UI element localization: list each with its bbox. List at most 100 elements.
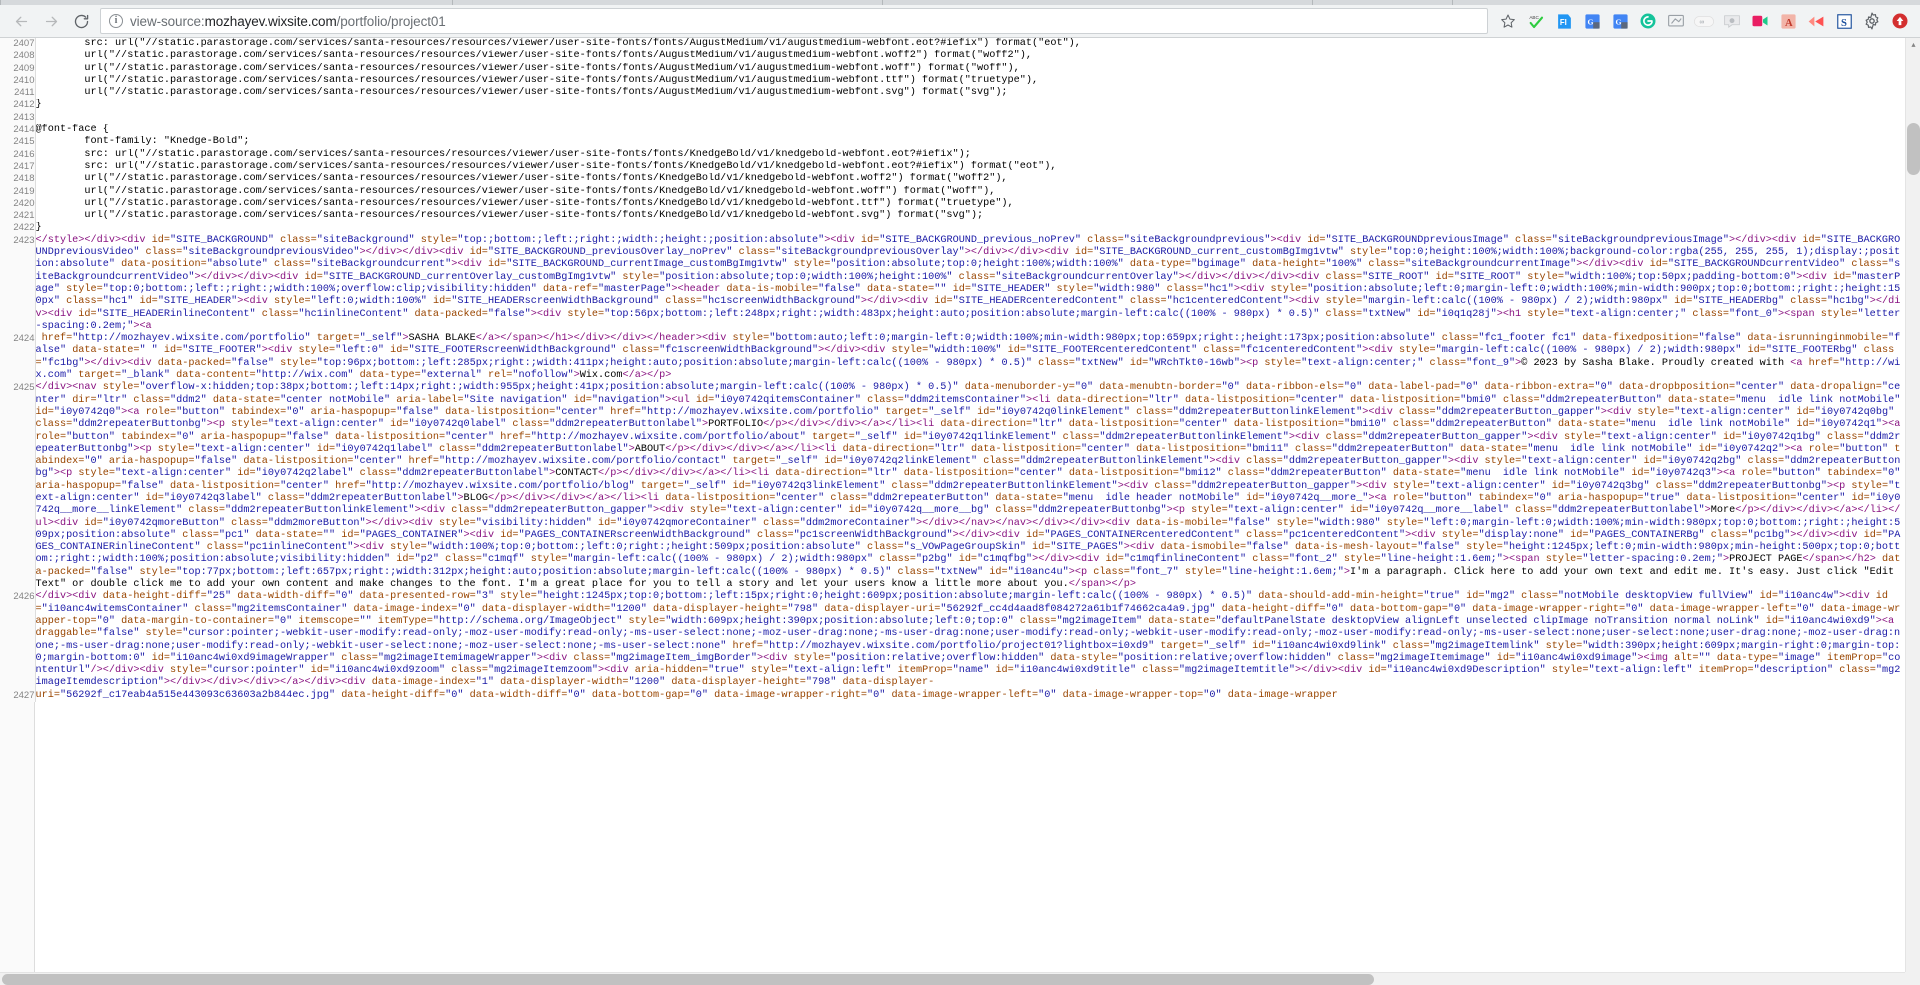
- line-number: 2425: [0, 382, 36, 592]
- google-translate-extension-icon[interactable]: G: [1578, 7, 1606, 35]
- line-content[interactable]: </div><div data-height-diff="25" data-wi…: [35, 591, 1905, 689]
- line-number: 2416: [0, 148, 36, 161]
- s-extension-icon[interactable]: S: [1830, 7, 1858, 35]
- vertical-scrollbar[interactable]: ▲ ▼: [1905, 38, 1920, 985]
- reload-button[interactable]: [66, 7, 96, 35]
- line-content[interactable]: uri="56292f_c17eab4a515e443093c63603a2b8…: [35, 690, 1905, 702]
- fi-extension-icon[interactable]: FI: [1550, 7, 1578, 35]
- line-content[interactable]: </style></div><div id="SITE_BACKGROUND" …: [35, 235, 1905, 333]
- code-token: "ddm2repeaterButton": [1331, 443, 1455, 455]
- code-token: class=: [659, 296, 702, 308]
- play-extension-icon[interactable]: [1802, 7, 1830, 35]
- code-token: "i0y0742q1label": [335, 443, 433, 455]
- code-token: data-state=: [1661, 394, 1736, 406]
- code-token: href=: [604, 406, 641, 418]
- line-content[interactable]: }: [35, 222, 1905, 234]
- video-recorder-extension-icon[interactable]: [1746, 7, 1774, 35]
- line-content[interactable]: src: url("//static.parastorage.com/servi…: [35, 149, 1905, 161]
- code-token: "http://mozhayev.wixsite.com/portfolio/a…: [530, 431, 806, 443]
- code-token: ></div></div></div></a></div><div: [163, 677, 372, 689]
- code-token: "SITE_BACKGROUND_previousOverlay_noPrev": [487, 247, 733, 259]
- spellcheck-extension-icon[interactable]: ABC: [1522, 7, 1550, 35]
- code-token: "i0y0742q2label": [255, 468, 354, 480]
- code-token: "center": [1178, 419, 1228, 431]
- infinity-extension-icon[interactable]: ∞: [1690, 7, 1718, 35]
- line-content[interactable]: url("//static.parastorage.com/services/s…: [35, 210, 1905, 222]
- line-content[interactable]: }: [35, 99, 1905, 111]
- upload-arrow-extension-icon[interactable]: [1886, 7, 1914, 35]
- forward-button[interactable]: [36, 7, 66, 35]
- line-content[interactable]: [35, 112, 1905, 124]
- source-line: 2413: [0, 111, 1905, 125]
- line-number: 2413: [0, 111, 36, 125]
- line-content[interactable]: url("//static.parastorage.com/services/s…: [35, 198, 1905, 210]
- adobe-acrobat-extension-icon[interactable]: A: [1774, 7, 1802, 35]
- code-token: ></div><div: [952, 529, 1026, 541]
- line-content[interactable]: font-family: "Knedge-Bold";: [35, 136, 1905, 148]
- line-content[interactable]: url("//static.parastorage.com/services/s…: [35, 173, 1905, 185]
- page-info-icon[interactable]: i: [109, 14, 123, 28]
- horizontal-scroll-thumb[interactable]: [2, 974, 1374, 985]
- code-token: data-packed=: [408, 308, 488, 320]
- code-token: "width:980": [1313, 517, 1381, 529]
- code-token: "0": [273, 615, 293, 627]
- code-token: "pc1": [218, 529, 250, 541]
- back-button[interactable]: [6, 7, 36, 35]
- source-line: 2410 url("//static.parastorage.com/servi…: [0, 74, 1905, 88]
- code-token: "siteBackgroundpreviousImage": [1551, 234, 1730, 246]
- grammarly-extension-icon[interactable]: [1634, 7, 1662, 35]
- code-token: id=: [591, 517, 617, 529]
- code-token: data-listposition=: [163, 480, 281, 492]
- code-token: style=: [524, 554, 568, 566]
- google-translate-2-extension-icon[interactable]: G: [1606, 7, 1634, 35]
- line-content[interactable]: </div><nav style="overflow-x:hidden;top:…: [35, 382, 1905, 591]
- vertical-scroll-thumb[interactable]: [1907, 123, 1920, 175]
- code-token: </a></p>: [622, 370, 672, 382]
- code-token: ></div><div: [84, 357, 158, 369]
- code-token: "ddm2repeaterButton_gapper": [1282, 456, 1448, 468]
- code-token: class=: [750, 529, 794, 541]
- line-content[interactable]: src: url("//static.parastorage.com/servi…: [35, 38, 1905, 50]
- line-number: 2418: [0, 173, 36, 186]
- code-token: class=: [860, 394, 904, 406]
- code-token: "width:980": [1093, 283, 1161, 295]
- code-token: data-listposition=: [1062, 468, 1179, 480]
- code-token: id=: [133, 296, 158, 308]
- code-token: "i0q1q28j": [1435, 308, 1497, 320]
- horizontal-scrollbar[interactable]: [0, 972, 1905, 985]
- code-token: }: [35, 222, 42, 234]
- code-scroll-region[interactable]: 2407 src: url("//static.parastorage.com/…: [0, 38, 1905, 972]
- code-token: id=: [1832, 271, 1852, 283]
- screenshot-extension-icon[interactable]: [1662, 7, 1690, 35]
- line-content[interactable]: url("//static.parastorage.com/services/s…: [35, 75, 1905, 87]
- line-content[interactable]: url("//static.parastorage.com/services/s…: [35, 63, 1905, 75]
- gear-settings-icon[interactable]: [1858, 7, 1886, 35]
- line-content[interactable]: href="http://mozhayev.wixsite.com/portfo…: [35, 333, 1905, 382]
- line-content[interactable]: url("//static.parastorage.com/services/s…: [35, 87, 1905, 99]
- code-token: data-menuborder-y=: [958, 382, 1075, 394]
- code-token: data-displayer-: [836, 677, 935, 689]
- code-token: style=: [1178, 566, 1222, 578]
- code-token: data-listposition=: [1680, 492, 1797, 504]
- code-token: "bgimage": [1191, 259, 1247, 271]
- code-token: ><a: [1716, 468, 1742, 480]
- address-bar[interactable]: i view-source:mozhayev.wixsite.com/portf…: [100, 8, 1488, 34]
- code-token: class=: [1093, 566, 1130, 578]
- line-content[interactable]: src: url("//static.parastorage.com/servi…: [35, 161, 1905, 173]
- code-token: "ddm2repeaterButton_gapper": [487, 505, 654, 517]
- code-token: ><p: [1068, 566, 1094, 578]
- code-token: "0": [1203, 689, 1222, 701]
- code-token: "bottom:auto;left:0;margin-left:0;width:…: [769, 333, 1436, 345]
- line-content[interactable]: @font-face {: [35, 124, 1905, 136]
- code-token: "true": [1643, 492, 1681, 504]
- code-token: class=: [952, 271, 996, 283]
- scroll-up-arrow[interactable]: ▲: [1906, 38, 1920, 53]
- code-token: "i0y0742q2": [1716, 443, 1785, 455]
- comment-extension-icon[interactable]: [1718, 7, 1746, 35]
- code-token: ></div><div: [1295, 665, 1369, 677]
- bookmark-star-icon[interactable]: [1494, 7, 1522, 35]
- line-content[interactable]: url("//static.parastorage.com/services/s…: [35, 50, 1905, 62]
- line-content[interactable]: url("//static.parastorage.com/services/s…: [35, 186, 1905, 198]
- code-token: "line-height:1.6em;": [1380, 554, 1503, 566]
- code-token: style=: [1637, 406, 1675, 418]
